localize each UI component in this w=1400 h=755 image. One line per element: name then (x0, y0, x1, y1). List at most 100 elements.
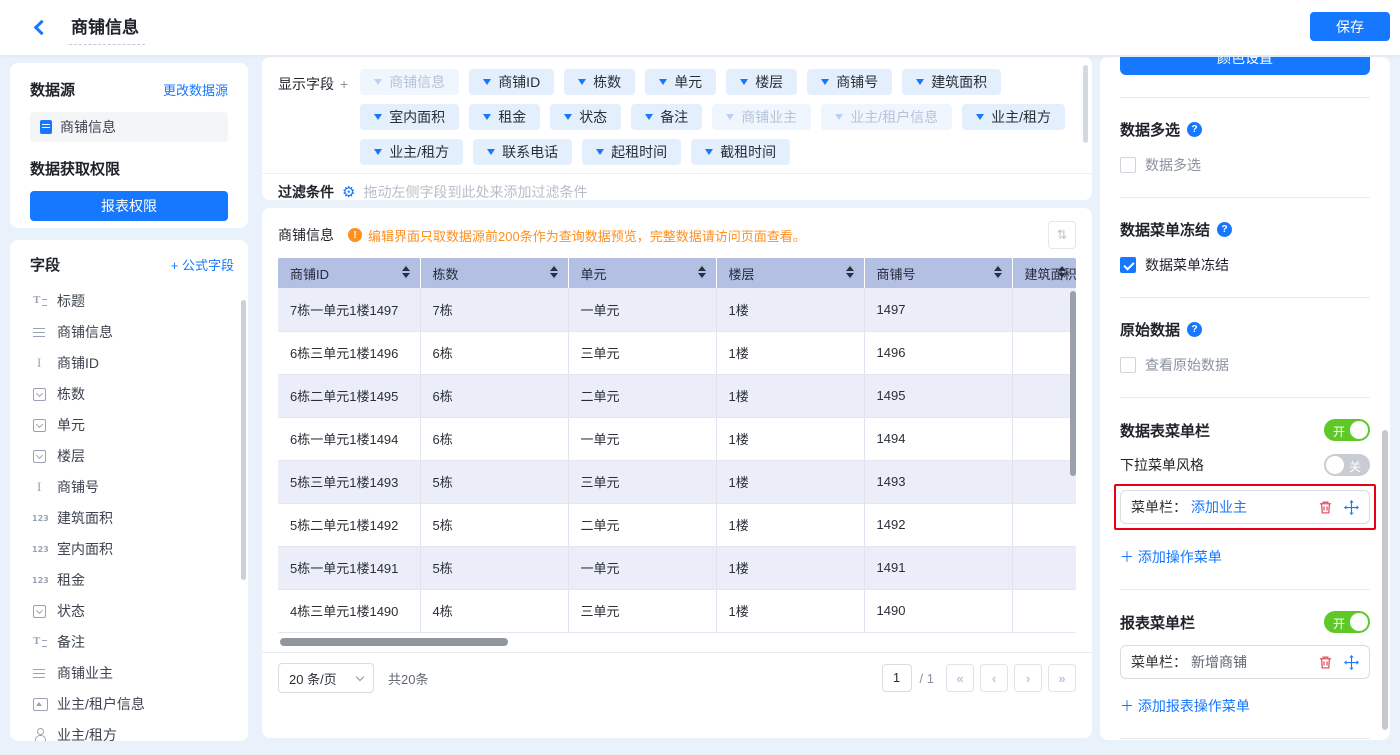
chevron-down-icon[interactable] (578, 79, 586, 85)
menu-freeze-checkbox-row[interactable]: 数据菜单冻结 (1120, 255, 1370, 275)
sort-arrows-icon[interactable] (698, 266, 706, 278)
sort-arrows-icon[interactable] (402, 266, 410, 278)
display-field-chip[interactable]: 单元 (645, 69, 716, 95)
sort-arrows-icon[interactable] (846, 266, 854, 278)
help-icon[interactable]: ? (1217, 222, 1232, 237)
add-report-action-menu-link[interactable]: ＋ 添加报表操作菜单 (1120, 696, 1250, 716)
display-field-chip[interactable]: 商铺信息 (360, 69, 459, 95)
field-item[interactable]: 业主/租户信息 (30, 688, 234, 719)
filter-conditions-bar[interactable]: 过滤条件 ⚙ 拖动左侧字段到此处来添加过滤条件 (262, 173, 1092, 200)
table-row[interactable]: 5栋一单元1楼1491 5栋 一单元 1楼 1491 (278, 546, 1076, 589)
report-menu-toggle-on[interactable]: 开 (1324, 611, 1370, 633)
chevron-down-icon[interactable] (705, 149, 713, 155)
table-row[interactable]: 4栋二单元1楼1489 4栋 二单元 1楼 1489 (278, 632, 1076, 633)
table-column-header[interactable]: 单元 (568, 258, 716, 288)
sort-arrows-icon[interactable] (1058, 266, 1066, 278)
menu-item-value[interactable]: 添加业主 (1191, 497, 1307, 517)
display-field-chip[interactable]: 室内面积 (360, 104, 459, 130)
next-page-button[interactable]: › (1014, 664, 1042, 692)
chevron-down-icon[interactable] (835, 114, 843, 120)
chips-scrollbar[interactable] (1083, 65, 1088, 143)
field-item[interactable]: 租金 (30, 564, 234, 595)
field-item[interactable]: 业主/租方 (30, 719, 234, 741)
first-page-button[interactable]: « (946, 664, 974, 692)
multi-select-checkbox-row[interactable]: 数据多选 (1120, 155, 1370, 175)
chevron-down-icon[interactable] (916, 79, 924, 85)
chevron-down-icon[interactable] (374, 149, 382, 155)
change-datasource-link[interactable]: 更改数据源 (163, 80, 228, 99)
table-vertical-scrollbar[interactable] (1070, 291, 1076, 476)
display-field-chip[interactable]: 备注 (631, 104, 702, 130)
checkbox-unchecked[interactable] (1120, 357, 1136, 373)
chevron-down-icon[interactable] (564, 114, 572, 120)
chevron-down-icon[interactable] (483, 114, 491, 120)
display-field-chip[interactable]: 商铺ID (469, 69, 554, 95)
display-field-chip[interactable]: 建筑面积 (902, 69, 1001, 95)
trash-icon[interactable] (1317, 499, 1333, 515)
chevron-down-icon[interactable] (645, 114, 653, 120)
save-button[interactable]: 保存 (1310, 12, 1390, 41)
display-field-chip[interactable]: 业主/租方 (360, 139, 463, 165)
table-row[interactable]: 6栋一单元1楼1494 6栋 一单元 1楼 1494 (278, 417, 1076, 460)
raw-data-checkbox-row[interactable]: 查看原始数据 (1120, 355, 1370, 375)
field-item[interactable]: 单元 (30, 409, 234, 440)
table-column-header[interactable]: 商铺号 (864, 258, 1012, 288)
chevron-down-icon[interactable] (487, 149, 495, 155)
field-item[interactable]: 备注 (30, 626, 234, 657)
table-menu-item-row[interactable]: 菜单栏： 添加业主 (1120, 490, 1370, 524)
display-field-chip[interactable]: 租金 (469, 104, 540, 130)
dropdown-style-toggle-off[interactable]: 关 (1324, 454, 1370, 476)
back-icon[interactable] (34, 20, 50, 36)
field-item[interactable]: 楼层 (30, 440, 234, 471)
trash-icon[interactable] (1317, 654, 1333, 670)
prev-page-button[interactable]: ‹ (980, 664, 1008, 692)
table-row[interactable]: 7栋一单元1楼1497 7栋 一单元 1楼 1497 (278, 288, 1076, 331)
table-row[interactable]: 5栋二单元1楼1492 5栋 二单元 1楼 1492 (278, 503, 1076, 546)
page-title[interactable]: 商铺信息 (69, 11, 145, 45)
page-number-input[interactable] (882, 664, 912, 692)
formula-field-link[interactable]: + 公式字段 (171, 255, 234, 274)
table-row[interactable]: 5栋三单元1楼1493 5栋 三单元 1楼 1493 (278, 460, 1076, 503)
move-icon[interactable] (1343, 499, 1359, 515)
display-field-chip[interactable]: 业主/租户信息 (821, 104, 952, 130)
sort-arrows-icon[interactable] (550, 266, 558, 278)
field-item[interactable]: 室内面积 (30, 533, 234, 564)
display-field-chip[interactable]: 联系电话 (473, 139, 572, 165)
add-action-menu-link[interactable]: ＋ 添加操作菜单 (1120, 547, 1222, 567)
gear-icon[interactable]: ⚙ (342, 183, 355, 200)
sort-order-button[interactable]: ⇅ (1048, 221, 1076, 249)
chevron-down-icon[interactable] (821, 79, 829, 85)
fields-scrollbar[interactable] (241, 300, 246, 580)
display-field-chip[interactable]: 截租时间 (691, 139, 790, 165)
last-page-button[interactable]: » (1048, 664, 1076, 692)
table-row[interactable]: 6栋三单元1楼1496 6栋 三单元 1楼 1496 (278, 331, 1076, 374)
checkbox-checked[interactable] (1120, 257, 1136, 273)
field-item[interactable]: 商铺业主 (30, 657, 234, 688)
field-item[interactable]: 状态 (30, 595, 234, 626)
display-field-chip[interactable]: 商铺业主 (712, 104, 811, 130)
chevron-down-icon[interactable] (726, 114, 734, 120)
display-field-chip[interactable]: 起租时间 (582, 139, 681, 165)
chevron-down-icon[interactable] (596, 149, 604, 155)
field-item[interactable]: 标题 (30, 285, 234, 316)
field-item[interactable]: 建筑面积 (30, 502, 234, 533)
help-icon[interactable]: ? (1187, 322, 1202, 337)
field-item[interactable]: 商铺ID (30, 347, 234, 378)
table-column-header[interactable]: 建筑面积 (1012, 258, 1076, 288)
display-field-chip[interactable]: 商铺号 (807, 69, 892, 95)
page-size-select[interactable]: 20 条/页 (278, 663, 374, 693)
field-item[interactable]: 商铺号 (30, 471, 234, 502)
menu-item-value[interactable]: 新增商铺 (1191, 652, 1307, 672)
chevron-down-icon[interactable] (483, 79, 491, 85)
add-display-field-button[interactable]: + (340, 76, 348, 92)
table-menu-toggle-on[interactable]: 开 (1324, 419, 1370, 441)
report-menu-item-row[interactable]: 菜单栏： 新增商铺 (1120, 645, 1370, 679)
table-column-header[interactable]: 栋数 (420, 258, 568, 288)
table-column-header[interactable]: 楼层 (716, 258, 864, 288)
display-field-chip[interactable]: 栋数 (564, 69, 635, 95)
field-item[interactable]: 商铺信息 (30, 316, 234, 347)
checkbox-unchecked[interactable] (1120, 157, 1136, 173)
display-field-chip[interactable]: 状态 (550, 104, 621, 130)
table-row[interactable]: 6栋二单元1楼1495 6栋 二单元 1楼 1495 (278, 374, 1076, 417)
display-field-chip[interactable]: 业主/租方 (962, 104, 1065, 130)
